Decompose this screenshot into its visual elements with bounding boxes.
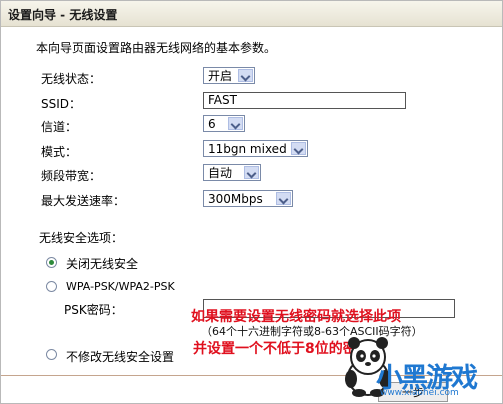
chevron-down-icon	[276, 192, 291, 205]
chevron-down-icon	[291, 142, 306, 155]
page-title: 设置向导 - 无线设置	[8, 8, 118, 22]
wireless-status-select[interactable]: 开启	[203, 67, 255, 84]
max-rate-select[interactable]: 300Mbps	[203, 190, 293, 207]
chevron-down-icon	[244, 166, 259, 179]
security-heading: 无线安全选项：	[39, 231, 124, 245]
bandwidth-select[interactable]: 自动	[203, 164, 261, 181]
wizard-frame: 设置向导 - 无线设置 本向导页面设置路由器无线网络的基本参数。 无线状态： 开…	[0, 0, 503, 404]
channel-label: 信道：	[41, 120, 78, 134]
xiaohei-logo: 小黑游戏 www.xiaohei.com	[376, 356, 498, 400]
radio-wpa-psk[interactable]	[46, 281, 57, 292]
title-bar: 设置向导 - 无线设置	[1, 1, 502, 27]
radio-keep-security[interactable]	[46, 349, 57, 360]
mode-label: 模式：	[41, 145, 78, 159]
ssid-label: SSID：	[41, 97, 82, 111]
wireless-status-label: 无线状态：	[41, 72, 102, 86]
logo-url: www.xiaohei.com	[380, 388, 459, 398]
bandwidth-value: 自动	[208, 166, 233, 180]
security-off-label: 关闭无线安全	[66, 257, 139, 271]
ssid-input[interactable]: FAST	[203, 92, 406, 109]
mode-value: 11bgn mixed	[208, 142, 287, 156]
chevron-down-icon	[228, 117, 243, 130]
psk-password-label: PSK密码：	[64, 303, 123, 317]
bandwidth-label: 频段带宽：	[41, 169, 102, 183]
keep-security-label: 不修改无线安全设置	[66, 350, 175, 364]
wireless-status-value: 开启	[208, 69, 233, 83]
max-rate-label: 最大发送速率：	[41, 194, 126, 208]
wpa-psk-label: WPA-PSK/WPA2-PSK	[66, 280, 175, 293]
channel-value: 6	[208, 117, 216, 131]
max-rate-value: 300Mbps	[208, 192, 263, 206]
channel-select[interactable]: 6	[203, 115, 245, 132]
page-description: 本向导页面设置路由器无线网络的基本参数。	[36, 41, 277, 55]
chevron-down-icon	[238, 69, 253, 82]
mode-select[interactable]: 11bgn mixed	[203, 140, 308, 157]
radio-security-off[interactable]	[46, 257, 57, 268]
